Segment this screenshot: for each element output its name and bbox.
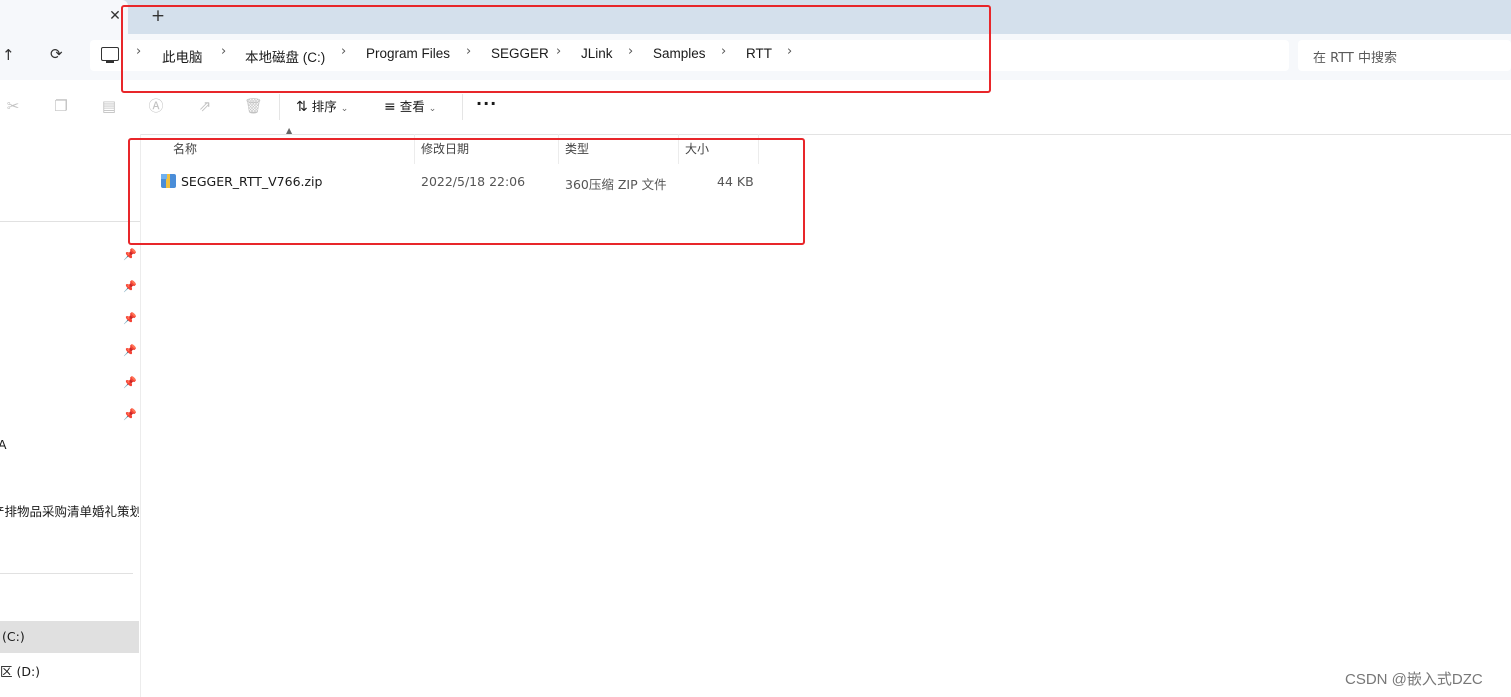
more-options-button[interactable]: ···	[476, 94, 497, 113]
watermark: CSDN @嵌入式DZC	[1345, 671, 1483, 688]
share-icon[interactable]: ⇗	[196, 97, 214, 115]
sidebar-item-drive-d[interactable]: 区 (D:)	[0, 661, 147, 680]
pin-icon[interactable]: 📌	[123, 312, 137, 325]
delete-icon[interactable]: 🗑	[244, 97, 263, 115]
refresh-icon[interactable]: ⟳	[50, 45, 68, 65]
toolbar-divider	[279, 94, 280, 120]
cut-icon[interactable]: ✂	[4, 97, 22, 115]
pin-icon[interactable]: 📌	[123, 344, 137, 357]
active-tab[interactable]: ✕	[0, 0, 128, 34]
sort-label: 排序	[311, 99, 337, 114]
view-icon: ≡	[384, 99, 396, 115]
view-label: 查看	[399, 99, 425, 114]
sidebar-item[interactable]: A	[0, 437, 145, 452]
rename-icon[interactable]: Ⓐ	[147, 97, 165, 115]
sort-button[interactable]: ⇅ 排序 ⌄	[296, 96, 348, 118]
sidebar-item-drive-c[interactable]: (C:)	[2, 629, 149, 644]
chevron-down-icon: ⌄	[428, 104, 437, 114]
view-button[interactable]: ≡ 查看 ⌄	[384, 96, 436, 118]
toolbar-divider	[462, 94, 463, 120]
paste-icon[interactable]: ▤	[100, 97, 118, 115]
copy-icon[interactable]: ❐	[52, 97, 70, 115]
up-arrow-icon[interactable]: ↑	[2, 46, 20, 66]
chevron-down-icon: ⌄	[340, 104, 349, 114]
pin-icon[interactable]: 📌	[123, 408, 137, 421]
sidebar-item[interactable]: 产排物品采购清单婚礼策划	[0, 501, 139, 520]
navigation-pane: 📌 📌 📌 📌 📌 📌 A 产排物品采购清单婚礼策划 (C:) 区 (D:)	[0, 134, 141, 697]
divider	[0, 221, 140, 222]
pin-icon[interactable]: 📌	[123, 376, 137, 389]
divider	[0, 573, 133, 574]
search-input[interactable]: 在 RTT 中搜索	[1298, 40, 1511, 71]
pin-icon[interactable]: 📌	[123, 280, 137, 293]
search-placeholder: 在 RTT 中搜索	[1313, 51, 1398, 66]
pin-icon[interactable]: 📌	[123, 248, 137, 261]
annotation-box	[128, 138, 805, 245]
sort-icon: ⇅	[296, 99, 308, 115]
computer-icon[interactable]	[101, 47, 119, 63]
annotation-box	[121, 5, 991, 93]
